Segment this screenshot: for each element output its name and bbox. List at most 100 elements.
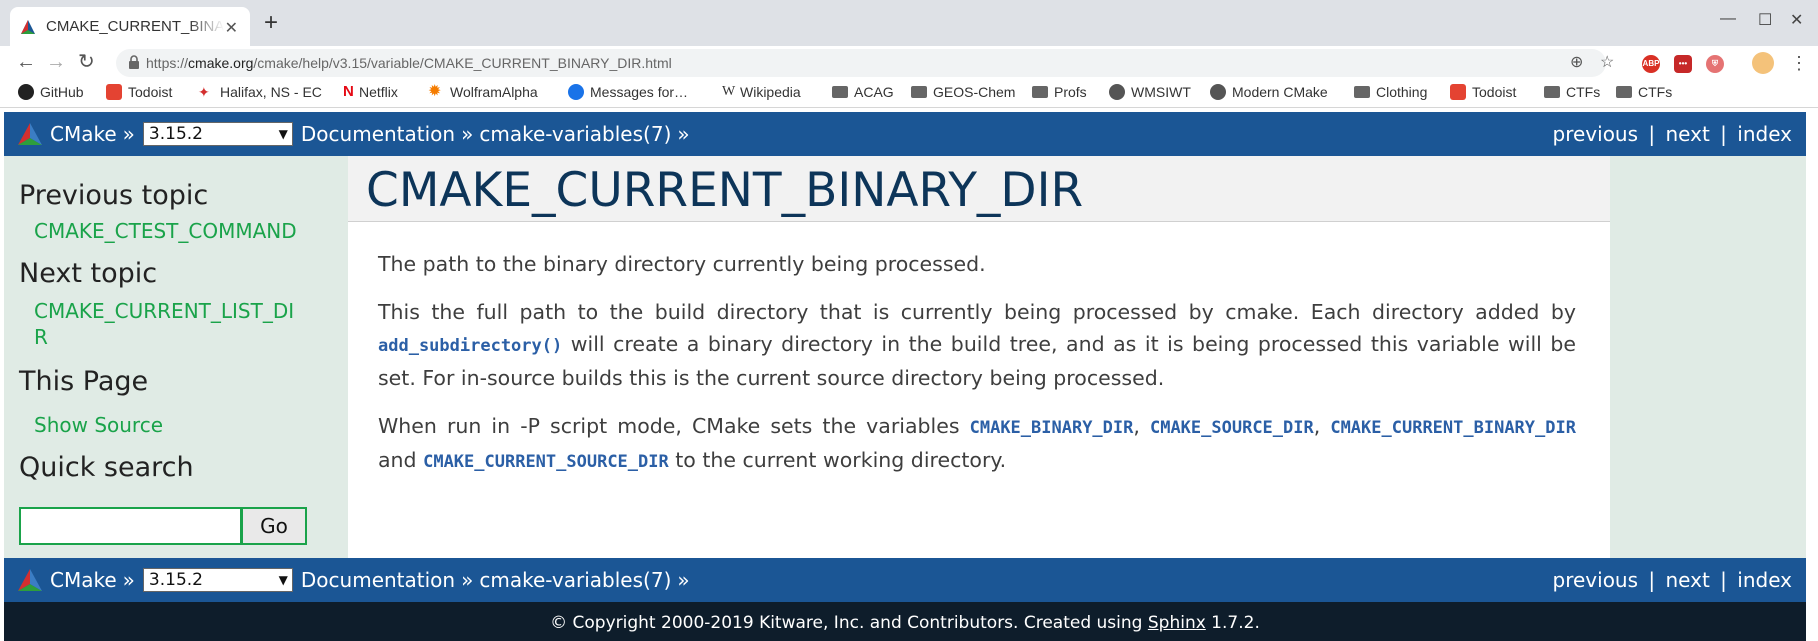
cmake-current-binary-dir-link[interactable]: CMAKE_CURRENT_BINARY_DIR xyxy=(1330,418,1576,438)
next-topic-link-line1: CMAKE_CURRENT_LIST_DI xyxy=(34,299,295,323)
document-text: The path to the binary directory current… xyxy=(378,248,1576,494)
cmake-current-source-dir-link[interactable]: CMAKE_CURRENT_SOURCE_DIR xyxy=(423,452,669,472)
reload-icon[interactable]: ↻ xyxy=(78,49,95,75)
menu-kebab-icon[interactable]: ⋮ xyxy=(1790,53,1808,74)
bookmark-item[interactable]: ✦ Halifax, NS - EC xyxy=(198,84,322,100)
version-select-value: 3.15.2 xyxy=(148,124,203,144)
lastpass-extension-icon[interactable]: ••• xyxy=(1674,55,1692,73)
bookmark-item[interactable]: Messages for… xyxy=(568,84,688,100)
bookmark-label: Modern CMake xyxy=(1232,84,1328,100)
next-topic-link-line2: R xyxy=(34,325,48,349)
bookmark-item[interactable]: Todoist xyxy=(1450,84,1516,100)
related-nav: previous | next | index xyxy=(1553,568,1792,592)
bottom-navbar: CMake » 3.15.2 ▼ Documentation » cmake-va… xyxy=(4,558,1806,602)
sidebar: Previous topic CMAKE_CTEST_COMMAND Next … xyxy=(4,156,348,558)
shield-extension-icon[interactable]: ⛨ xyxy=(1706,55,1724,73)
breadcrumb-section-link[interactable]: cmake-variables(7) xyxy=(479,122,671,146)
search-go-button[interactable]: Go xyxy=(241,507,307,545)
previous-link[interactable]: previous xyxy=(1553,568,1639,592)
maple-leaf-icon: ✦ xyxy=(198,84,210,100)
bookmark-item[interactable]: Profs xyxy=(1032,84,1087,100)
tab-close-icon[interactable]: ✕ xyxy=(225,18,238,38)
next-topic-link[interactable]: CMAKE_CURRENT_LIST_DI R xyxy=(34,298,294,350)
add-subdirectory-link[interactable]: add_subdirectory() xyxy=(378,336,562,356)
footer-copyright: © Copyright 2000-2019 Kitware, Inc. and … xyxy=(550,613,1148,633)
paragraph-text: This the full path to the build director… xyxy=(378,300,1576,324)
cmake-source-dir-link[interactable]: CMAKE_SOURCE_DIR xyxy=(1150,418,1314,438)
bookmark-item[interactable]: GitHub xyxy=(18,84,84,100)
bookmark-item[interactable]: WMSIWT xyxy=(1109,84,1191,100)
version-select[interactable]: 3.15.2 ▼ xyxy=(142,122,293,146)
forward-arrow-icon[interactable]: → xyxy=(46,49,66,75)
cmake-logo-icon xyxy=(18,569,42,591)
folder-icon xyxy=(1354,86,1370,98)
minimize-window-button[interactable]: — xyxy=(1720,10,1736,28)
folder-icon xyxy=(1544,86,1560,98)
todoist-icon xyxy=(106,84,122,100)
previous-topic-heading: Previous topic xyxy=(19,180,209,211)
bookmark-item[interactable]: N Netflix xyxy=(343,84,398,101)
index-link[interactable]: index xyxy=(1737,568,1792,592)
bookmark-item[interactable]: CTFs xyxy=(1544,84,1600,100)
zoom-icon[interactable]: ⊕ xyxy=(1570,52,1583,72)
paragraph-3: When run in -P script mode, CMake sets t… xyxy=(378,410,1576,478)
nav-pipe: | xyxy=(1720,568,1727,592)
browser-toolbar: ← → ↻ https://cmake.org/cmake/help/v3.15… xyxy=(0,46,1818,80)
main-content: CMAKE_CURRENT_BINARY_DIR The path to the… xyxy=(348,156,1610,558)
quick-search-heading: Quick search xyxy=(19,452,194,483)
footer: © Copyright 2000-2019 Kitware, Inc. and … xyxy=(4,602,1806,641)
breadcrumb-separator: » xyxy=(122,122,135,146)
cmake-logo-icon xyxy=(18,123,42,145)
title-bar: CMAKE_CURRENT_BINARY_DIR xyxy=(348,156,1610,222)
dropdown-caret-icon: ▼ xyxy=(278,127,288,141)
show-source-link[interactable]: Show Source xyxy=(34,412,163,438)
bookmark-item[interactable]: Clothing xyxy=(1354,84,1427,100)
back-arrow-icon[interactable]: ← xyxy=(16,49,36,75)
bookmark-item[interactable]: ✹ WolframAlpha xyxy=(428,84,538,101)
bookmark-item[interactable]: Todoist xyxy=(106,84,172,100)
bookmark-item[interactable]: Modern CMake xyxy=(1210,84,1328,100)
adblock-extension-icon[interactable]: ABP xyxy=(1642,55,1660,73)
breadcrumb-section-link[interactable]: cmake-variables(7) xyxy=(479,568,671,592)
breadcrumb-cmake-link[interactable]: CMake xyxy=(50,122,117,146)
globe-icon xyxy=(1210,84,1226,100)
search-input[interactable] xyxy=(19,507,242,545)
breadcrumb-cmake-link[interactable]: CMake xyxy=(50,568,117,592)
next-topic-heading: Next topic xyxy=(19,258,158,289)
previous-topic-link[interactable]: CMAKE_CTEST_COMMAND xyxy=(34,218,297,244)
paragraph-text: to the current working directory. xyxy=(668,448,1007,472)
paragraph-text: When run in -P script mode, CMake sets t… xyxy=(378,414,970,438)
browser-tabstrip: CMAKE_CURRENT_BINARY_DIR.html ✕ + — ☐ ✕ xyxy=(0,0,1818,46)
next-link[interactable]: next xyxy=(1666,568,1710,592)
bookmark-item[interactable]: W Wikipedia xyxy=(722,84,801,100)
paragraph-1: The path to the binary directory current… xyxy=(378,252,986,276)
nav-pipe: | xyxy=(1720,122,1727,146)
bookmark-item[interactable]: ACAG xyxy=(832,84,894,100)
profile-avatar-icon[interactable] xyxy=(1752,52,1774,74)
bookmark-item[interactable]: CTFs xyxy=(1616,84,1672,100)
next-link[interactable]: next xyxy=(1666,122,1710,146)
breadcrumb-separator: » xyxy=(677,122,690,146)
bookmark-star-icon[interactable]: ☆ xyxy=(1600,52,1614,72)
close-window-button[interactable]: ✕ xyxy=(1790,10,1803,30)
folder-icon xyxy=(1616,86,1632,98)
breadcrumb-documentation-link[interactable]: Documentation xyxy=(301,122,455,146)
index-link[interactable]: index xyxy=(1737,122,1792,146)
bookmark-label: CTFs xyxy=(1638,84,1673,100)
bookmark-item[interactable]: GEOS-Chem xyxy=(911,84,1015,100)
address-bar[interactable]: https://cmake.org/cmake/help/v3.15/varia… xyxy=(116,49,1614,77)
url-text[interactable]: https://cmake.org/cmake/help/v3.15/varia… xyxy=(146,55,672,71)
breadcrumb-separator: » xyxy=(677,568,690,592)
breadcrumb-documentation-link[interactable]: Documentation xyxy=(301,568,455,592)
previous-link[interactable]: previous xyxy=(1553,122,1639,146)
url-host: cmake.org xyxy=(188,55,254,71)
bookmark-label: Profs xyxy=(1054,84,1087,100)
sphinx-link[interactable]: Sphinx xyxy=(1148,613,1206,633)
maximize-window-button[interactable]: ☐ xyxy=(1758,10,1772,30)
cmake-binary-dir-link[interactable]: CMAKE_BINARY_DIR xyxy=(970,418,1134,438)
version-select[interactable]: 3.15.2 ▼ xyxy=(142,568,293,592)
browser-tab[interactable]: CMAKE_CURRENT_BINARY_DIR.html ✕ xyxy=(10,7,250,46)
new-tab-button[interactable]: + xyxy=(264,11,278,35)
bookmark-label: Clothing xyxy=(1376,84,1428,100)
folder-icon xyxy=(832,86,848,98)
